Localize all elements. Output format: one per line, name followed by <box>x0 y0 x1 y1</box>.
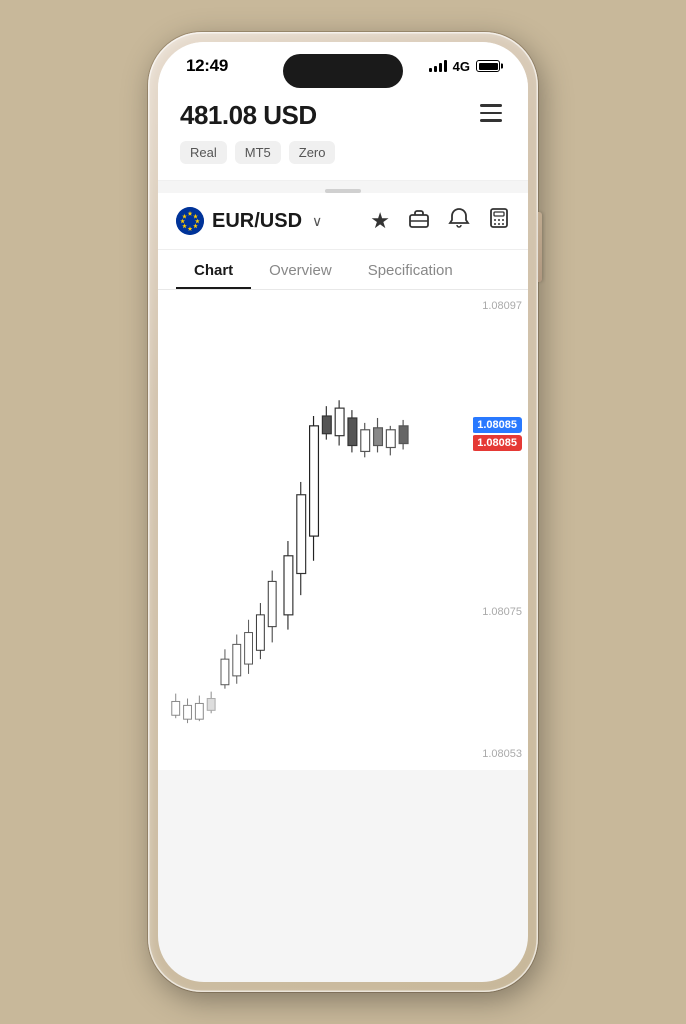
star-icon[interactable]: ★ <box>370 208 390 234</box>
price-label-3: 1.08053 <box>482 748 522 760</box>
calculator-icon[interactable] <box>488 207 510 235</box>
tabs-row: Chart Overview Specification <box>158 250 528 290</box>
menu-line-3 <box>480 119 502 122</box>
signal-icon <box>429 60 447 72</box>
phone-frame: 12:49 4G 481.08 USD <box>148 32 538 992</box>
price-label-2: 1.08075 <box>482 606 522 618</box>
briefcase-icon[interactable] <box>408 207 430 235</box>
instrument-left[interactable]: EUR/USD ∨ <box>176 207 322 235</box>
bell-icon[interactable] <box>448 207 470 235</box>
tab-overview[interactable]: Overview <box>251 250 350 289</box>
tab-specification[interactable]: Specification <box>350 250 471 289</box>
account-tag-zero[interactable]: Zero <box>289 141 336 164</box>
battery-fill <box>479 63 498 70</box>
bid-price-badge: 1.08085 <box>472 417 522 433</box>
status-time: 12:49 <box>186 56 228 76</box>
status-icons: 4G <box>429 59 500 74</box>
network-label: 4G <box>453 59 470 74</box>
instrument-header: EUR/USD ∨ ★ <box>158 193 528 250</box>
account-tags: Real MT5 Zero <box>180 141 506 164</box>
account-header: 481.08 USD <box>180 100 506 131</box>
chevron-down-icon[interactable]: ∨ <box>312 213 322 230</box>
ask-price-badge: 1.08085 <box>472 435 522 451</box>
account-card: 481.08 USD Real MT5 Zero <box>158 84 528 181</box>
account-tag-mt5[interactable]: MT5 <box>235 141 281 164</box>
menu-line-2 <box>480 112 502 115</box>
chart-container: 1.08097 1.08075 1.08053 1.08085 1.08085 <box>158 290 528 770</box>
price-label-1: 1.08097 <box>482 300 522 312</box>
account-balance: 481.08 USD <box>180 100 317 131</box>
account-tag-real[interactable]: Real <box>180 141 227 164</box>
eu-flag-icon <box>176 207 204 235</box>
battery-icon <box>476 60 500 72</box>
menu-line-1 <box>480 104 502 107</box>
candlestick-chart <box>158 290 473 763</box>
dynamic-island <box>283 54 403 88</box>
menu-button[interactable] <box>476 100 506 126</box>
tab-chart[interactable]: Chart <box>176 250 251 289</box>
price-labels: 1.08097 1.08075 1.08053 <box>482 290 522 770</box>
instrument-name: EUR/USD <box>212 210 302 233</box>
instrument-actions: ★ <box>370 207 510 235</box>
phone-screen: 12:49 4G 481.08 USD <box>158 42 528 982</box>
